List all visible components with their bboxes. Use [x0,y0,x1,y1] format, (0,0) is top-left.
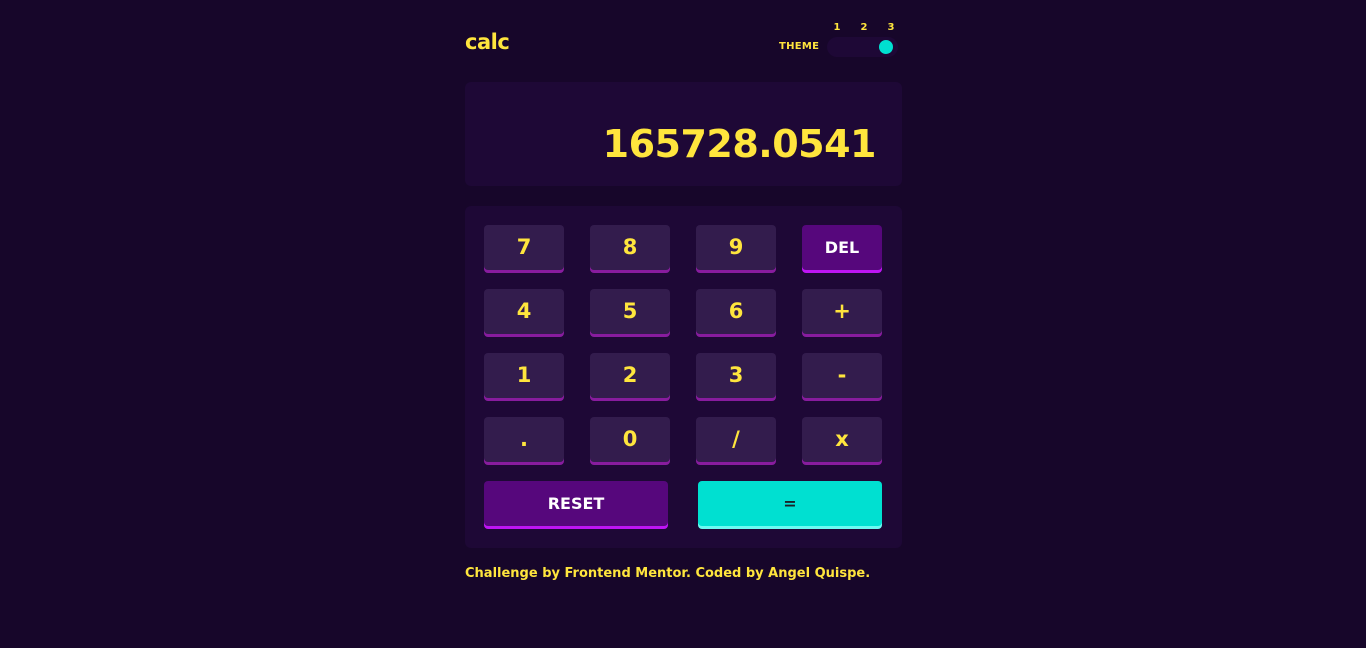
app-logo: calc [465,30,510,54]
minus-button[interactable]: - [802,353,882,398]
equals-button[interactable]: = [698,481,882,526]
divide-button[interactable]: / [696,417,776,462]
attribution-footer: Challenge by Frontend Mentor. Coded by A… [465,566,871,581]
reset-button[interactable]: RESET [484,481,668,526]
calculator-app: calc THEME 1 2 3 165728.0541 7 8 9 DEL 4… [465,20,902,581]
key-9[interactable]: 9 [696,225,776,270]
key-6[interactable]: 6 [696,289,776,334]
calculator-display: 165728.0541 [465,82,902,186]
key-4[interactable]: 4 [484,289,564,334]
key-1[interactable]: 1 [484,353,564,398]
key-8[interactable]: 8 [590,225,670,270]
theme-option-2[interactable]: 2 [859,22,869,33]
keypad: 7 8 9 DEL 4 5 6 + 1 2 3 - . 0 / x RESET … [465,206,902,548]
multiply-button[interactable]: x [802,417,882,462]
decimal-button[interactable]: . [484,417,564,462]
theme-toggle-knob[interactable] [879,40,893,54]
key-3[interactable]: 3 [696,353,776,398]
theme-toggle[interactable] [827,37,898,57]
key-7[interactable]: 7 [484,225,564,270]
key-5[interactable]: 5 [590,289,670,334]
theme-option-3[interactable]: 3 [886,22,896,33]
theme-option-1[interactable]: 1 [832,22,842,33]
plus-button[interactable]: + [802,289,882,334]
header: calc THEME 1 2 3 [465,20,902,76]
key-0[interactable]: 0 [590,417,670,462]
theme-label: THEME [779,41,820,52]
delete-button[interactable]: DEL [802,225,882,270]
display-value: 165728.0541 [602,122,877,166]
key-2[interactable]: 2 [590,353,670,398]
